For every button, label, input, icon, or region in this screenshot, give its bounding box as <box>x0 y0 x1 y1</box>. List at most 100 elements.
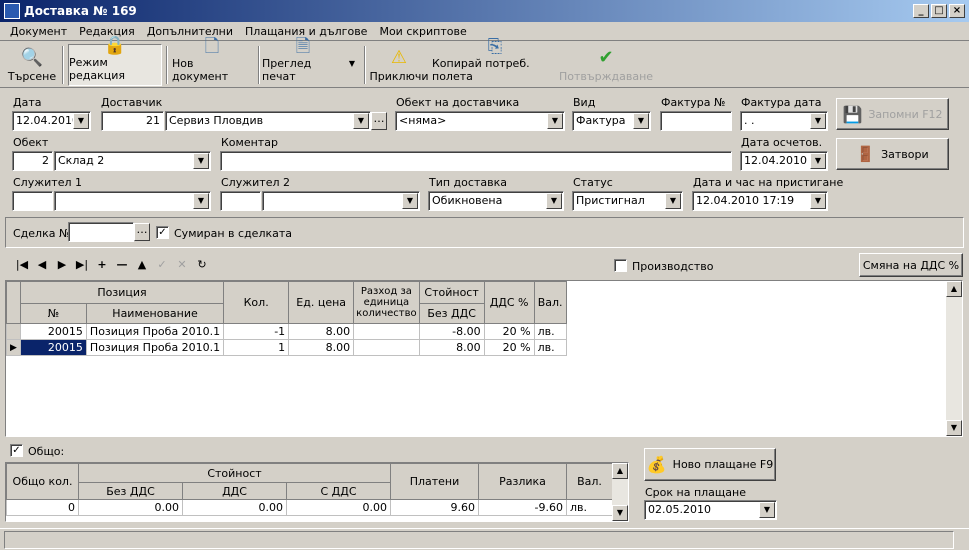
col-no[interactable]: № <box>19 303 87 324</box>
employee1-code-field[interactable] <box>12 191 53 211</box>
col-value[interactable]: Стойност <box>418 281 485 304</box>
items-scrollbar[interactable]: ▲ ▼ <box>946 281 962 436</box>
account-date-field[interactable]: 12.04.2010 ▼ <box>740 151 828 171</box>
invoice-date-dropdown-icon[interactable]: ▼ <box>810 113 826 129</box>
minimize-button[interactable]: _ <box>913 4 929 18</box>
table-row[interactable]: 0 0.00 0.00 0.00 9.60 -9.60 лв. <box>6 499 613 516</box>
confirm-button[interactable]: ✔ Потвърждаване <box>559 44 653 86</box>
col-totals-with-vat[interactable]: С ДДС <box>286 482 391 500</box>
refresh-icon[interactable]: ↻ <box>194 258 210 271</box>
totals-checkbox[interactable]: ✓ <box>10 444 23 457</box>
status-dropdown-icon[interactable]: ▼ <box>665 193 681 209</box>
table-row[interactable]: 20015 Позиция Проба 2010.1 -1 8.00 -8.00… <box>6 323 567 340</box>
comment-label: Коментар <box>221 136 278 149</box>
delete-record-icon[interactable]: — <box>114 258 130 271</box>
col-currency[interactable]: Вал. <box>533 281 567 324</box>
arrival-field[interactable]: 12.04.2010 17:19 ▼ <box>692 191 828 211</box>
date-label: Дата <box>13 96 42 109</box>
supplier-name-field[interactable]: Сервиз Пловдив ▼ <box>165 111 371 131</box>
delivery-type-field[interactable]: Обикновена ▼ <box>428 191 564 211</box>
object-name-field[interactable]: Склад 2 ▼ <box>54 151 211 171</box>
type-dropdown-icon[interactable]: ▼ <box>633 113 649 129</box>
supplier-dropdown-icon[interactable]: ▼ <box>353 113 369 129</box>
save-button[interactable]: 💾 Запомни F12 <box>836 98 949 130</box>
scroll-up-icon[interactable]: ▲ <box>946 281 962 297</box>
totals-scroll-up-icon[interactable]: ▲ <box>612 463 628 479</box>
invoice-no-field[interactable] <box>660 111 732 131</box>
date-field[interactable]: 12.04.2010 ▼ <box>12 111 91 131</box>
finish-button[interactable]: ⚠ Приключи <box>370 44 429 86</box>
col-paid[interactable]: Платени <box>390 463 479 500</box>
insert-record-icon[interactable]: + <box>94 258 110 271</box>
menu-scripts[interactable]: Мои скриптове <box>373 25 472 38</box>
new-payment-button[interactable]: 💰 Ново плащане F9 <box>644 448 776 481</box>
col-without-vat[interactable]: Без ДДС <box>418 303 485 324</box>
print-preview-dropdown[interactable]: ▼ <box>346 44 358 86</box>
deal-field[interactable] <box>68 222 134 242</box>
employee1-label: Служител 1 <box>13 176 82 189</box>
new-document-button[interactable]: 🗋 Нов документ <box>172 37 252 86</box>
summed-in-deal-checkbox[interactable]: ✓ <box>156 226 169 239</box>
print-preview-button[interactable]: 🗎 Преглед печат <box>262 37 344 86</box>
supplier-object-field[interactable]: <няма> ▼ <box>395 111 565 131</box>
col-totals-value[interactable]: Стойност <box>78 463 391 483</box>
last-record-icon[interactable]: ▶| <box>74 258 90 271</box>
payment-due-dropdown-icon[interactable]: ▼ <box>759 502 775 518</box>
invoice-date-field[interactable]: . . ▼ <box>740 111 828 131</box>
account-date-dropdown-icon[interactable]: ▼ <box>810 153 826 169</box>
first-record-icon[interactable]: |◀ <box>14 258 30 271</box>
close-window-button[interactable]: × <box>949 4 965 18</box>
prior-record-icon[interactable]: ◀ <box>34 258 50 271</box>
delivery-type-dropdown-icon[interactable]: ▼ <box>546 193 562 209</box>
col-position[interactable]: Позиция <box>19 281 225 304</box>
grid-navigator: |◀ ◀ ▶ ▶| + — ▲ ✓ ✕ ↻ <box>14 258 210 271</box>
status-field[interactable]: Пристигнал ▼ <box>572 191 683 211</box>
vat-change-button[interactable]: Смяна на ДДС % <box>859 253 963 277</box>
col-vat-pct[interactable]: ДДС % <box>483 281 535 324</box>
payment-due-field[interactable]: 02.05.2010 ▼ <box>644 500 777 520</box>
menu-document[interactable]: Документ <box>4 25 73 38</box>
employee2-dropdown-icon[interactable]: ▼ <box>402 193 418 209</box>
totals-grid: Общо кол. Стойност Платени Разлика Вал. … <box>5 462 629 522</box>
scroll-down-icon[interactable]: ▼ <box>946 420 962 436</box>
col-total-qty[interactable]: Общо кол. <box>6 463 79 500</box>
copy-fields-button[interactable]: ⎘ Копирай потреб. полета <box>432 37 558 86</box>
close-button[interactable]: 🚪 Затвори <box>836 138 949 170</box>
totals-scrollbar[interactable]: ▲ ▼ <box>612 463 628 521</box>
object-code-field[interactable]: 2 <box>12 151 53 171</box>
comment-field[interactable] <box>220 151 732 171</box>
totals-scroll-down-icon[interactable]: ▼ <box>612 505 628 521</box>
supplier-code-field[interactable]: 21 <box>101 111 164 131</box>
supplier-browse-button[interactable]: … <box>371 112 387 130</box>
employee1-dropdown-icon[interactable]: ▼ <box>193 193 209 209</box>
post-record-icon[interactable]: ✓ <box>154 258 170 271</box>
date-dropdown-icon[interactable]: ▼ <box>73 113 89 129</box>
employee2-code-field[interactable] <box>220 191 261 211</box>
cancel-record-icon[interactable]: ✕ <box>174 258 190 271</box>
search-button[interactable]: 🔍 Търсене <box>6 44 58 86</box>
employee2-name-field[interactable]: ▼ <box>262 191 420 211</box>
col-diff[interactable]: Разлика <box>478 463 567 500</box>
maximize-button[interactable]: □ <box>931 4 947 18</box>
edit-record-icon[interactable]: ▲ <box>134 258 150 271</box>
col-usage[interactable]: Разход за единица количество <box>353 281 420 324</box>
arrival-dropdown-icon[interactable]: ▼ <box>810 193 826 209</box>
menu-bar: Документ Редакция Допълнителни Плащания … <box>0 22 969 41</box>
col-totals-vat[interactable]: ДДС <box>182 482 287 500</box>
col-qty[interactable]: Кол. <box>223 281 290 324</box>
supplier-object-dropdown-icon[interactable]: ▼ <box>547 113 563 129</box>
col-totals-without-vat[interactable]: Без ДДС <box>78 482 183 500</box>
edit-mode-button[interactable]: 🔒 Режим редакция <box>68 36 162 86</box>
object-dropdown-icon[interactable]: ▼ <box>193 153 209 169</box>
deal-browse-button[interactable]: … <box>134 223 150 241</box>
employee1-name-field[interactable]: ▼ <box>54 191 211 211</box>
col-totals-currency[interactable]: Вал. <box>566 463 613 500</box>
type-field[interactable]: Фактура ▼ <box>572 111 651 131</box>
menu-additional[interactable]: Допълнителни <box>141 25 239 38</box>
col-name[interactable]: Наименование <box>85 303 225 324</box>
items-table: Позиция Кол. Ед. цена Разход за единица … <box>6 281 567 356</box>
production-checkbox[interactable] <box>614 259 627 272</box>
table-row[interactable]: ▶ 20015 Позиция Проба 2010.1 1 8.00 8.00… <box>6 339 567 356</box>
next-record-icon[interactable]: ▶ <box>54 258 70 271</box>
col-unit-price[interactable]: Ед. цена <box>288 281 355 324</box>
